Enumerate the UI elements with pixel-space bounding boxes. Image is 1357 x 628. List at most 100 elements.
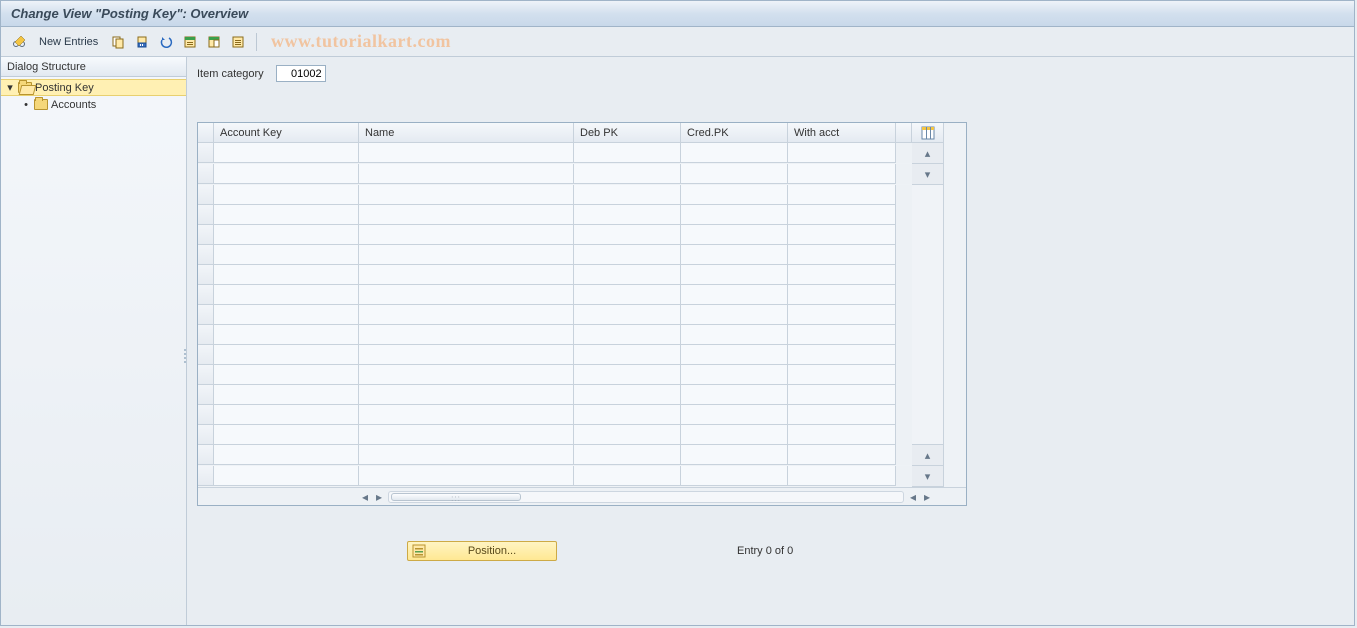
table-cell[interactable] — [681, 325, 788, 345]
table-cell[interactable] — [359, 225, 574, 245]
delete-button[interactable] — [132, 32, 152, 52]
table-cell[interactable] — [574, 466, 681, 486]
toggle-display-change-button[interactable] — [9, 32, 29, 52]
expand-collapse-icon[interactable]: ▾ — [5, 81, 15, 94]
table-cell[interactable] — [574, 345, 681, 365]
tree-item-accounts[interactable]: • Accounts — [1, 96, 186, 113]
table-cell[interactable] — [359, 245, 574, 265]
table-cell[interactable] — [214, 143, 359, 163]
table-cell[interactable] — [574, 225, 681, 245]
table-cell[interactable] — [788, 405, 896, 425]
table-cell[interactable] — [788, 225, 896, 245]
configure-columns-button[interactable] — [912, 123, 944, 143]
table-cell[interactable] — [359, 385, 574, 405]
table-cell[interactable] — [574, 143, 681, 163]
row-selector[interactable] — [198, 143, 214, 163]
table-cell[interactable] — [359, 143, 574, 163]
table-cell[interactable] — [359, 325, 574, 345]
row-selector[interactable] — [198, 305, 214, 325]
table-cell[interactable] — [681, 385, 788, 405]
column-header[interactable]: Cred.PK — [681, 123, 788, 143]
table-cell[interactable] — [574, 325, 681, 345]
table-corner[interactable] — [198, 123, 214, 143]
vscroll-up-step[interactable]: ▾ — [912, 164, 944, 185]
table-cell[interactable] — [214, 365, 359, 385]
table-cell[interactable] — [574, 385, 681, 405]
table-cell[interactable] — [574, 305, 681, 325]
table-cell[interactable] — [214, 445, 359, 465]
table-cell[interactable] — [788, 325, 896, 345]
table-cell[interactable] — [214, 305, 359, 325]
table-cell[interactable] — [681, 345, 788, 365]
table-cell[interactable] — [681, 425, 788, 445]
table-cell[interactable] — [681, 285, 788, 305]
scroll-first-icon[interactable]: ◂ — [358, 490, 372, 504]
table-cell[interactable] — [359, 365, 574, 385]
new-entries-button[interactable]: New Entries — [33, 32, 104, 52]
column-header[interactable]: Deb PK — [574, 123, 681, 143]
table-cell[interactable] — [214, 466, 359, 486]
table-cell[interactable] — [681, 225, 788, 245]
table-cell[interactable] — [788, 445, 896, 465]
table-cell[interactable] — [214, 265, 359, 285]
vscroll-down-step[interactable]: ▴ — [912, 445, 944, 466]
table-cell[interactable] — [359, 425, 574, 445]
scroll-last-icon[interactable]: ▸ — [920, 490, 934, 504]
table-cell[interactable] — [788, 345, 896, 365]
select-all-button[interactable] — [180, 32, 200, 52]
table-cell[interactable] — [214, 185, 359, 205]
table-cell[interactable] — [788, 143, 896, 163]
table-cell[interactable] — [681, 365, 788, 385]
table-cell[interactable] — [681, 405, 788, 425]
column-header[interactable]: Account Key — [214, 123, 359, 143]
column-header[interactable]: Name — [359, 123, 574, 143]
deselect-all-button[interactable] — [228, 32, 248, 52]
row-selector[interactable] — [198, 164, 214, 184]
table-cell[interactable] — [359, 285, 574, 305]
table-cell[interactable] — [214, 405, 359, 425]
horizontal-scrollbar[interactable]: ◂ ▸ ::: ◂ ▸ — [198, 487, 966, 505]
vscroll-track[interactable] — [912, 185, 944, 445]
table-cell[interactable] — [359, 185, 574, 205]
table-cell[interactable] — [681, 245, 788, 265]
table-cell[interactable] — [574, 245, 681, 265]
row-selector[interactable] — [198, 365, 214, 385]
hscroll-track[interactable]: ::: — [388, 491, 904, 503]
table-cell[interactable] — [574, 365, 681, 385]
splitter-handle[interactable] — [184, 341, 190, 371]
table-cell[interactable] — [788, 185, 896, 205]
table-cell[interactable] — [788, 425, 896, 445]
row-selector[interactable] — [198, 285, 214, 305]
table-cell[interactable] — [214, 164, 359, 184]
row-selector[interactable] — [198, 345, 214, 365]
table-cell[interactable] — [359, 265, 574, 285]
vscroll-down[interactable]: ▾ — [912, 466, 944, 487]
scroll-left-icon[interactable]: ▸ — [372, 490, 386, 504]
row-selector[interactable] — [198, 185, 214, 205]
table-cell[interactable] — [574, 445, 681, 465]
select-block-button[interactable] — [204, 32, 224, 52]
table-cell[interactable] — [574, 164, 681, 184]
table-cell[interactable] — [681, 164, 788, 184]
row-selector[interactable] — [198, 405, 214, 425]
table-cell[interactable] — [788, 245, 896, 265]
table-cell[interactable] — [788, 305, 896, 325]
row-selector[interactable] — [198, 225, 214, 245]
table-cell[interactable] — [681, 265, 788, 285]
undo-button[interactable] — [156, 32, 176, 52]
table-cell[interactable] — [359, 205, 574, 225]
table-cell[interactable] — [214, 425, 359, 445]
table-cell[interactable] — [681, 205, 788, 225]
table-cell[interactable] — [359, 164, 574, 184]
table-cell[interactable] — [681, 305, 788, 325]
table-cell[interactable] — [681, 445, 788, 465]
row-selector[interactable] — [198, 425, 214, 445]
table-cell[interactable] — [359, 345, 574, 365]
table-cell[interactable] — [214, 325, 359, 345]
table-cell[interactable] — [788, 365, 896, 385]
vscroll-up[interactable]: ▴ — [912, 143, 944, 164]
table-cell[interactable] — [788, 466, 896, 486]
table-cell[interactable] — [214, 225, 359, 245]
table-cell[interactable] — [681, 466, 788, 486]
table-cell[interactable] — [788, 385, 896, 405]
